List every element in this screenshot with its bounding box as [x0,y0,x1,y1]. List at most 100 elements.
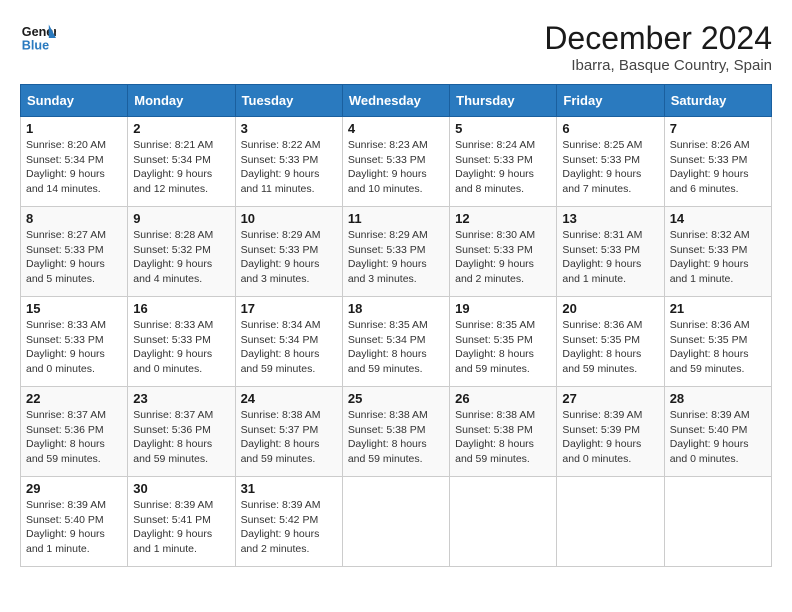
calendar-cell: 4Sunrise: 8:23 AMSunset: 5:33 PMDaylight… [342,117,449,207]
day-number: 27 [562,391,658,406]
title-block: December 2024 Ibarra, Basque Country, Sp… [544,20,772,74]
day-number: 1 [26,121,122,136]
calendar-cell: 25 Sunrise: 8:38 AMSunset: 5:38 PMDayligh… [342,387,449,477]
calendar-week-row: 29Sunrise: 8:39 AMSunset: 5:40 PMDayligh… [21,477,772,567]
day-info: Sunrise: 8:29 AMSunset: 5:33 PMDaylight:… [241,228,337,287]
calendar-cell [342,477,449,567]
calendar-cell [557,477,664,567]
day-number: 7 [670,121,766,136]
day-number: 15 [26,301,122,316]
calendar-week-row: 22 Sunrise: 8:37 AMSunset: 5:36 PMDayligh… [21,387,772,477]
day-number: 24 [241,391,337,406]
calendar-cell: 2Sunrise: 8:21 AMSunset: 5:34 PMDaylight… [128,117,235,207]
calendar-cell: 18Sunrise: 8:35 AMSunset: 5:34 PMDayligh… [342,297,449,387]
calendar-cell: 20 Sunrise: 8:36 AMSunset: 5:35 PMDayligh… [557,297,664,387]
day-number: 11 [348,211,444,226]
calendar-cell: 15 Sunrise: 8:33 AMSunset: 5:33 PMDayligh… [21,297,128,387]
calendar-cell: 10 Sunrise: 8:29 AMSunset: 5:33 PMDayligh… [235,207,342,297]
day-number: 28 [670,391,766,406]
day-info: Sunrise: 8:36 AMSunset: 5:35 PMDaylight:… [562,318,658,377]
day-info: Sunrise: 8:30 AMSunset: 5:33 PMDaylight:… [455,228,551,287]
day-number: 21 [670,301,766,316]
calendar-cell: 17 Sunrise: 8:34 AMSunset: 5:34 PMDayligh… [235,297,342,387]
location: Ibarra, Basque Country, Spain [544,57,772,74]
day-info: Sunrise: 8:33 AMSunset: 5:33 PMDaylight:… [26,318,122,377]
calendar-week-row: 1 Sunrise: 8:20 AMSunset: 5:34 PMDaylight… [21,117,772,207]
calendar-cell: 6 Sunrise: 8:25 AMSunset: 5:33 PMDaylight… [557,117,664,207]
day-number: 6 [562,121,658,136]
calendar-cell: 7 Sunrise: 8:26 AMSunset: 5:33 PMDaylight… [664,117,771,207]
logo-icon: General Blue [20,20,56,56]
day-of-week-header: Wednesday [342,85,449,117]
day-info: Sunrise: 8:38 AMSunset: 5:38 PMDaylight:… [455,408,551,467]
calendar-cell: 9Sunrise: 8:28 AMSunset: 5:32 PMDaylight… [128,207,235,297]
month-title: December 2024 [544,20,772,57]
day-info: Sunrise: 8:39 AMSunset: 5:42 PMDaylight:… [241,498,337,557]
logo: General Blue [20,20,56,56]
calendar-cell: 24 Sunrise: 8:38 AMSunset: 5:37 PMDayligh… [235,387,342,477]
day-info: Sunrise: 8:20 AMSunset: 5:34 PMDaylight:… [26,138,122,197]
calendar-week-row: 8 Sunrise: 8:27 AMSunset: 5:33 PMDaylight… [21,207,772,297]
day-number: 22 [26,391,122,406]
day-number: 25 [348,391,444,406]
day-number: 10 [241,211,337,226]
day-info: Sunrise: 8:34 AMSunset: 5:34 PMDaylight:… [241,318,337,377]
svg-text:Blue: Blue [22,39,49,53]
day-info: Sunrise: 8:39 AMSunset: 5:40 PMDaylight:… [670,408,766,467]
calendar-cell: 21 Sunrise: 8:36 AMSunset: 5:35 PMDayligh… [664,297,771,387]
day-of-week-header: Friday [557,85,664,117]
calendar-cell: 14 Sunrise: 8:32 AMSunset: 5:33 PMDayligh… [664,207,771,297]
day-number: 23 [133,391,229,406]
day-info: Sunrise: 8:37 AMSunset: 5:36 PMDaylight:… [26,408,122,467]
day-number: 12 [455,211,551,226]
day-info: Sunrise: 8:36 AMSunset: 5:35 PMDaylight:… [670,318,766,377]
day-info: Sunrise: 8:21 AMSunset: 5:34 PMDaylight:… [133,138,229,197]
day-of-week-header: Saturday [664,85,771,117]
calendar-cell: 3 Sunrise: 8:22 AMSunset: 5:33 PMDaylight… [235,117,342,207]
calendar-table: SundayMondayTuesdayWednesdayThursdayFrid… [20,84,772,567]
day-info: Sunrise: 8:22 AMSunset: 5:33 PMDaylight:… [241,138,337,197]
day-number: 19 [455,301,551,316]
day-info: Sunrise: 8:29 AMSunset: 5:33 PMDaylight:… [348,228,444,287]
day-number: 3 [241,121,337,136]
calendar-cell: 28 Sunrise: 8:39 AMSunset: 5:40 PMDayligh… [664,387,771,477]
calendar-header-row: SundayMondayTuesdayWednesdayThursdayFrid… [21,85,772,117]
day-number: 14 [670,211,766,226]
calendar-cell: 16Sunrise: 8:33 AMSunset: 5:33 PMDayligh… [128,297,235,387]
day-info: Sunrise: 8:35 AMSunset: 5:34 PMDaylight:… [348,318,444,377]
day-info: Sunrise: 8:32 AMSunset: 5:33 PMDaylight:… [670,228,766,287]
day-number: 17 [241,301,337,316]
calendar-cell: 27 Sunrise: 8:39 AMSunset: 5:39 PMDayligh… [557,387,664,477]
day-number: 30 [133,481,229,496]
day-info: Sunrise: 8:38 AMSunset: 5:38 PMDaylight:… [348,408,444,467]
page-header: General Blue December 2024 Ibarra, Basqu… [20,20,772,74]
day-number: 4 [348,121,444,136]
day-info: Sunrise: 8:37 AMSunset: 5:36 PMDaylight:… [133,408,229,467]
day-number: 8 [26,211,122,226]
calendar-cell: 5 Sunrise: 8:24 AMSunset: 5:33 PMDaylight… [450,117,557,207]
day-info: Sunrise: 8:35 AMSunset: 5:35 PMDaylight:… [455,318,551,377]
day-of-week-header: Sunday [21,85,128,117]
calendar-week-row: 15 Sunrise: 8:33 AMSunset: 5:33 PMDayligh… [21,297,772,387]
day-info: Sunrise: 8:26 AMSunset: 5:33 PMDaylight:… [670,138,766,197]
day-info: Sunrise: 8:24 AMSunset: 5:33 PMDaylight:… [455,138,551,197]
day-of-week-header: Monday [128,85,235,117]
calendar-cell: 8 Sunrise: 8:27 AMSunset: 5:33 PMDaylight… [21,207,128,297]
calendar-cell: 31Sunrise: 8:39 AMSunset: 5:42 PMDayligh… [235,477,342,567]
calendar-cell: 19 Sunrise: 8:35 AMSunset: 5:35 PMDayligh… [450,297,557,387]
day-info: Sunrise: 8:39 AMSunset: 5:41 PMDaylight:… [133,498,229,557]
day-info: Sunrise: 8:33 AMSunset: 5:33 PMDaylight:… [133,318,229,377]
calendar-cell: 13Sunrise: 8:31 AMSunset: 5:33 PMDayligh… [557,207,664,297]
calendar-cell: 22 Sunrise: 8:37 AMSunset: 5:36 PMDayligh… [21,387,128,477]
day-of-week-header: Thursday [450,85,557,117]
day-number: 20 [562,301,658,316]
day-info: Sunrise: 8:31 AMSunset: 5:33 PMDaylight:… [562,228,658,287]
day-number: 9 [133,211,229,226]
day-number: 5 [455,121,551,136]
day-info: Sunrise: 8:27 AMSunset: 5:33 PMDaylight:… [26,228,122,287]
day-number: 26 [455,391,551,406]
day-info: Sunrise: 8:39 AMSunset: 5:39 PMDaylight:… [562,408,658,467]
day-info: Sunrise: 8:38 AMSunset: 5:37 PMDaylight:… [241,408,337,467]
day-info: Sunrise: 8:25 AMSunset: 5:33 PMDaylight:… [562,138,658,197]
calendar-cell: 1 Sunrise: 8:20 AMSunset: 5:34 PMDaylight… [21,117,128,207]
